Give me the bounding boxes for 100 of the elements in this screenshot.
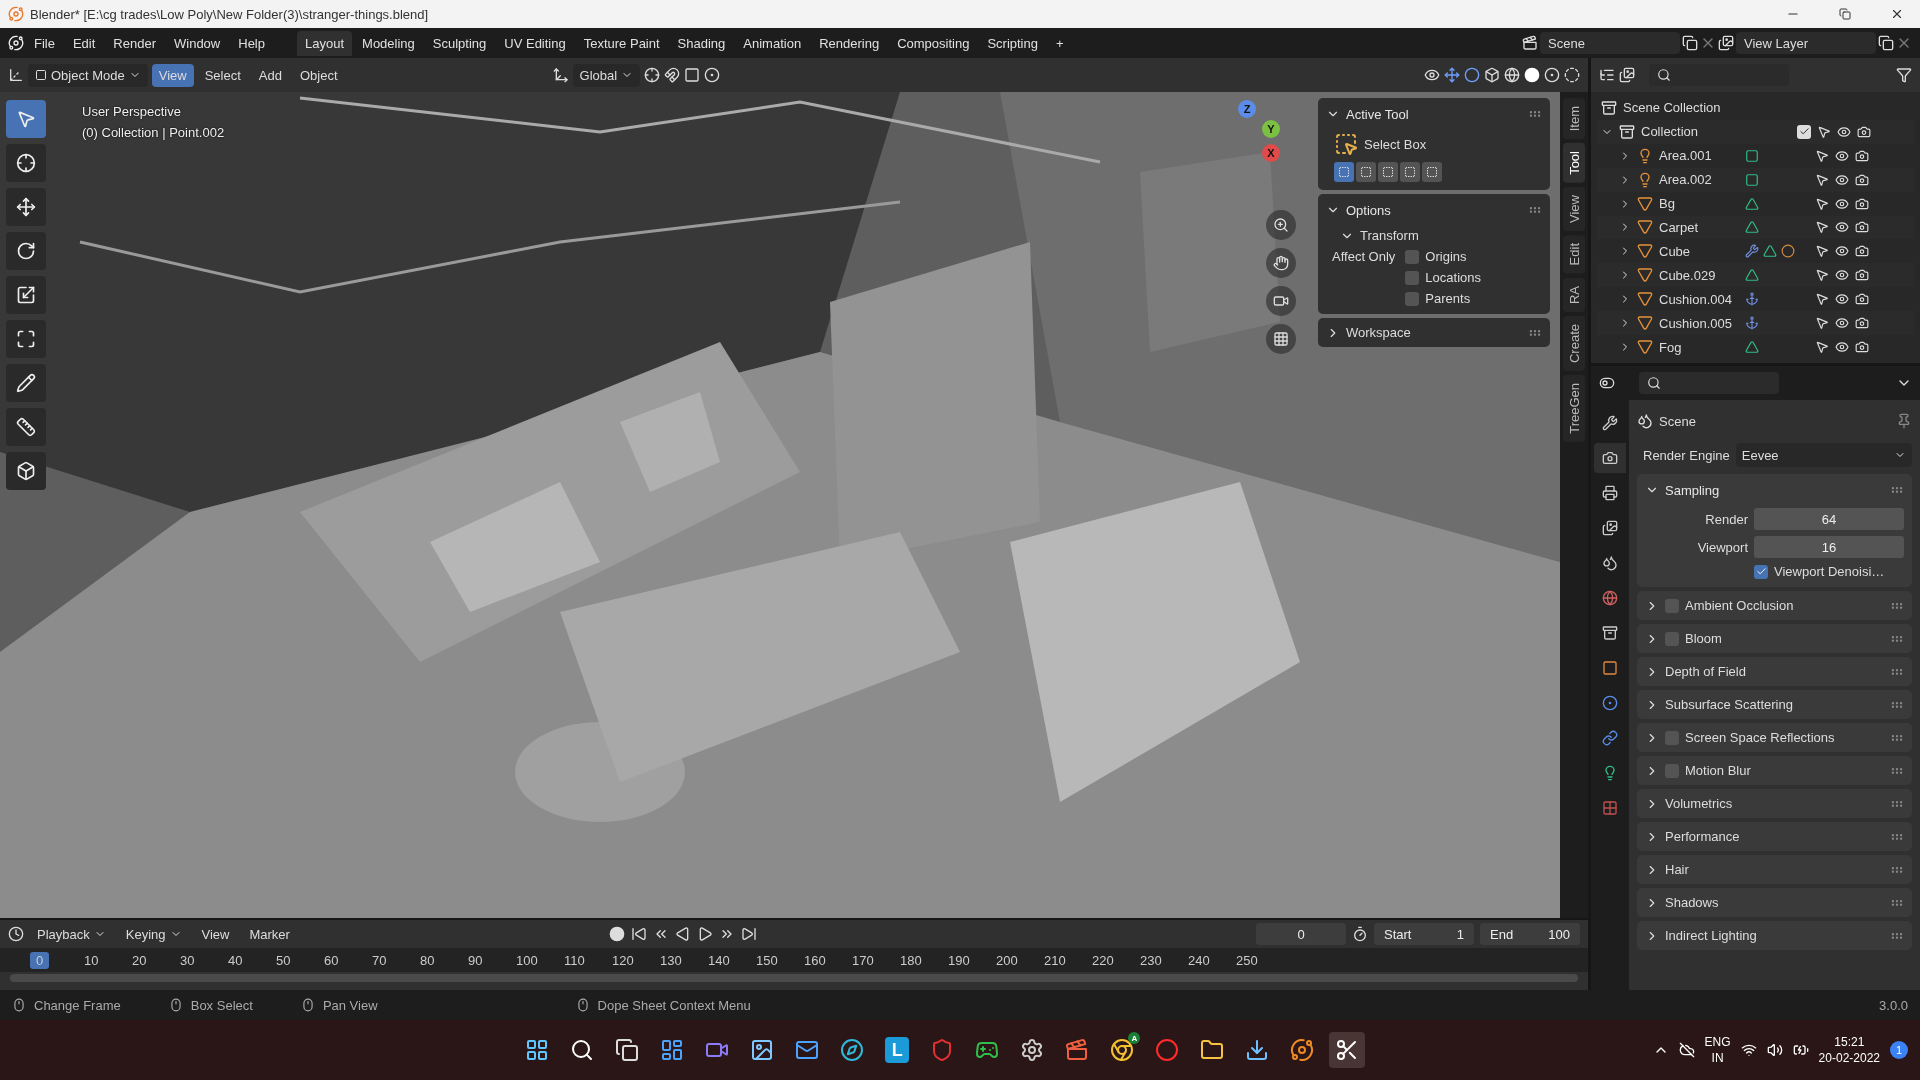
render-engine-dropdown[interactable]: Eevee [1735,443,1912,467]
collapsed-panel[interactable]: Subsurface Scattering [1637,690,1912,719]
sidebar-tab[interactable]: TreeGen [1563,374,1585,442]
frame-number[interactable]: 110 [558,951,591,969]
collapsed-panel[interactable]: Motion Blur [1637,756,1912,785]
notification-badge[interactable]: 1 [1890,1041,1908,1059]
header-menu[interactable]: Add [251,63,289,87]
tree-item[interactable]: Area.002 [1659,172,1739,188]
number-field[interactable]: 64 [1754,508,1904,530]
tree-item[interactable]: Cushion.005 [1659,315,1739,331]
timeline-menu[interactable]: Keying [118,922,189,946]
frame-number[interactable]: 10 [78,951,105,969]
frame-number[interactable]: 170 [846,951,880,969]
header-menu[interactable]: View [151,63,194,87]
end-frame-field[interactable]: End 100 [1480,923,1580,945]
workspace-tab[interactable]: Sculpting [424,30,495,56]
collapsed-panel[interactable]: Screen Space Reflections [1637,723,1912,752]
timeline-menu[interactable]: Playback [30,922,113,946]
workspace-tab[interactable]: UV Editing [496,30,574,56]
workspace-tab[interactable]: Shading [669,30,734,56]
checkbox-label: Viewport Denoisi… [1774,564,1886,579]
collapsed-panel[interactable]: Performance [1637,822,1912,851]
frame-number[interactable]: 250 [1230,951,1264,969]
collapsed-panel[interactable]: Depth of Field [1637,657,1912,686]
frame-number[interactable]: 100 [510,951,544,969]
frame-number[interactable]: 20 [126,951,153,969]
frame-number[interactable]: 240 [1182,951,1216,969]
menu-item[interactable]: Edit [64,30,104,56]
number-field[interactable]: 16 [1754,536,1904,558]
tree-item[interactable]: Scene Collection [1623,100,1823,116]
orientation-dropdown[interactable]: Global [572,63,641,87]
frame-number[interactable]: 130 [654,951,688,969]
tree-item[interactable]: Cube [1659,243,1739,259]
workspace-tab[interactable]: Animation [735,30,810,56]
frame-number[interactable]: 50 [270,951,297,969]
sidebar-tab[interactable]: Item [1563,98,1585,140]
tree-item[interactable]: Fog [1659,339,1739,355]
frame-number[interactable]: 220 [1086,951,1120,969]
frame-number[interactable]: 60 [318,951,345,969]
collapsed-panel[interactable]: Bloom [1637,624,1912,653]
menu-item[interactable]: Window [166,30,229,56]
collapsed-panel[interactable]: Ambient Occlusion [1637,591,1912,620]
tree-item[interactable]: Cube.029 [1659,267,1739,283]
collapsed-panel[interactable]: Shadows [1637,888,1912,917]
panel-title[interactable]: Options [1346,202,1522,218]
panel-title[interactable]: Active Tool [1346,106,1522,122]
frame-number[interactable]: 210 [1038,951,1072,969]
sidebar-tab[interactable]: Tool [1563,143,1585,184]
subpanel-title[interactable]: Transform [1360,228,1419,243]
frame-number[interactable]: 30 [174,951,201,969]
workspace-tab[interactable]: Modeling [354,30,423,56]
header-menu[interactable]: Object [292,63,345,87]
scene-field[interactable]: Scene [1540,32,1680,54]
workspace-tab[interactable]: Compositing [889,30,978,56]
workspace-tab[interactable]: Rendering [811,30,888,56]
workspace-tab[interactable]: Layout [297,30,353,56]
language-indicator[interactable]: ENG IN [1704,1034,1731,1066]
workspace-tab[interactable]: + [1047,30,1072,56]
sidebar-tab[interactable]: View [1563,187,1585,232]
tree-item[interactable]: Carpet [1659,220,1739,235]
timeline-menu[interactable]: View [194,922,237,946]
menu-item[interactable]: File [26,30,63,56]
panel-title[interactable]: Sampling [1665,482,1884,498]
collapsed-panel[interactable]: Volumetrics [1637,789,1912,818]
tree-item[interactable]: Area.001 [1659,148,1739,164]
frame-number[interactable]: 230 [1134,951,1168,969]
frame-number[interactable]: 180 [894,951,928,969]
tree-item[interactable]: Cushion.004 [1659,291,1739,307]
tree-item[interactable]: Collection [1641,124,1791,140]
frame-number[interactable]: 70 [366,951,393,969]
current-frame-field[interactable]: 0 [1256,923,1346,945]
frame-number[interactable]: 120 [606,951,640,969]
frame-number[interactable]: 140 [702,951,736,969]
collapsed-panel[interactable]: Hair [1637,855,1912,884]
tree-item[interactable]: Bg [1659,196,1739,212]
clock[interactable]: 15:21 20-02-2022 [1818,1034,1880,1066]
workspace-panel[interactable]: Workspace [1318,318,1550,347]
collapsed-panel[interactable]: Indirect Lighting [1637,921,1912,950]
timeline-menu[interactable]: Marker [242,922,297,946]
menu-item[interactable]: Help [230,30,273,56]
menu-item[interactable]: Render [105,30,164,56]
viewport-info: User Perspective [82,104,182,119]
frame-number[interactable]: 40 [222,951,249,969]
frame-number[interactable]: 160 [798,951,832,969]
workspace-tab[interactable]: Texture Paint [575,30,668,56]
sidebar-tab[interactable]: RA [1563,277,1585,312]
context-label: Scene [1659,413,1697,429]
sidebar-tab[interactable]: Edit [1563,235,1585,274]
header-menu[interactable]: Select [197,63,248,87]
taskbar-app[interactable]: A [1104,1032,1141,1068]
frame-number[interactable]: 200 [990,951,1024,969]
frame-number[interactable]: 80 [414,951,441,969]
sidebar-tab[interactable]: Create [1563,315,1585,371]
start-frame-field[interactable]: Start 1 [1374,923,1474,945]
frame-number[interactable]: 190 [942,951,976,969]
frame-number[interactable]: 90 [462,951,489,969]
mode-dropdown[interactable]: Object Mode [28,63,148,87]
workspace-tab[interactable]: Scripting [979,30,1046,56]
frame-number[interactable]: 150 [750,951,784,969]
view-layer-field[interactable]: View Layer [1736,32,1876,54]
